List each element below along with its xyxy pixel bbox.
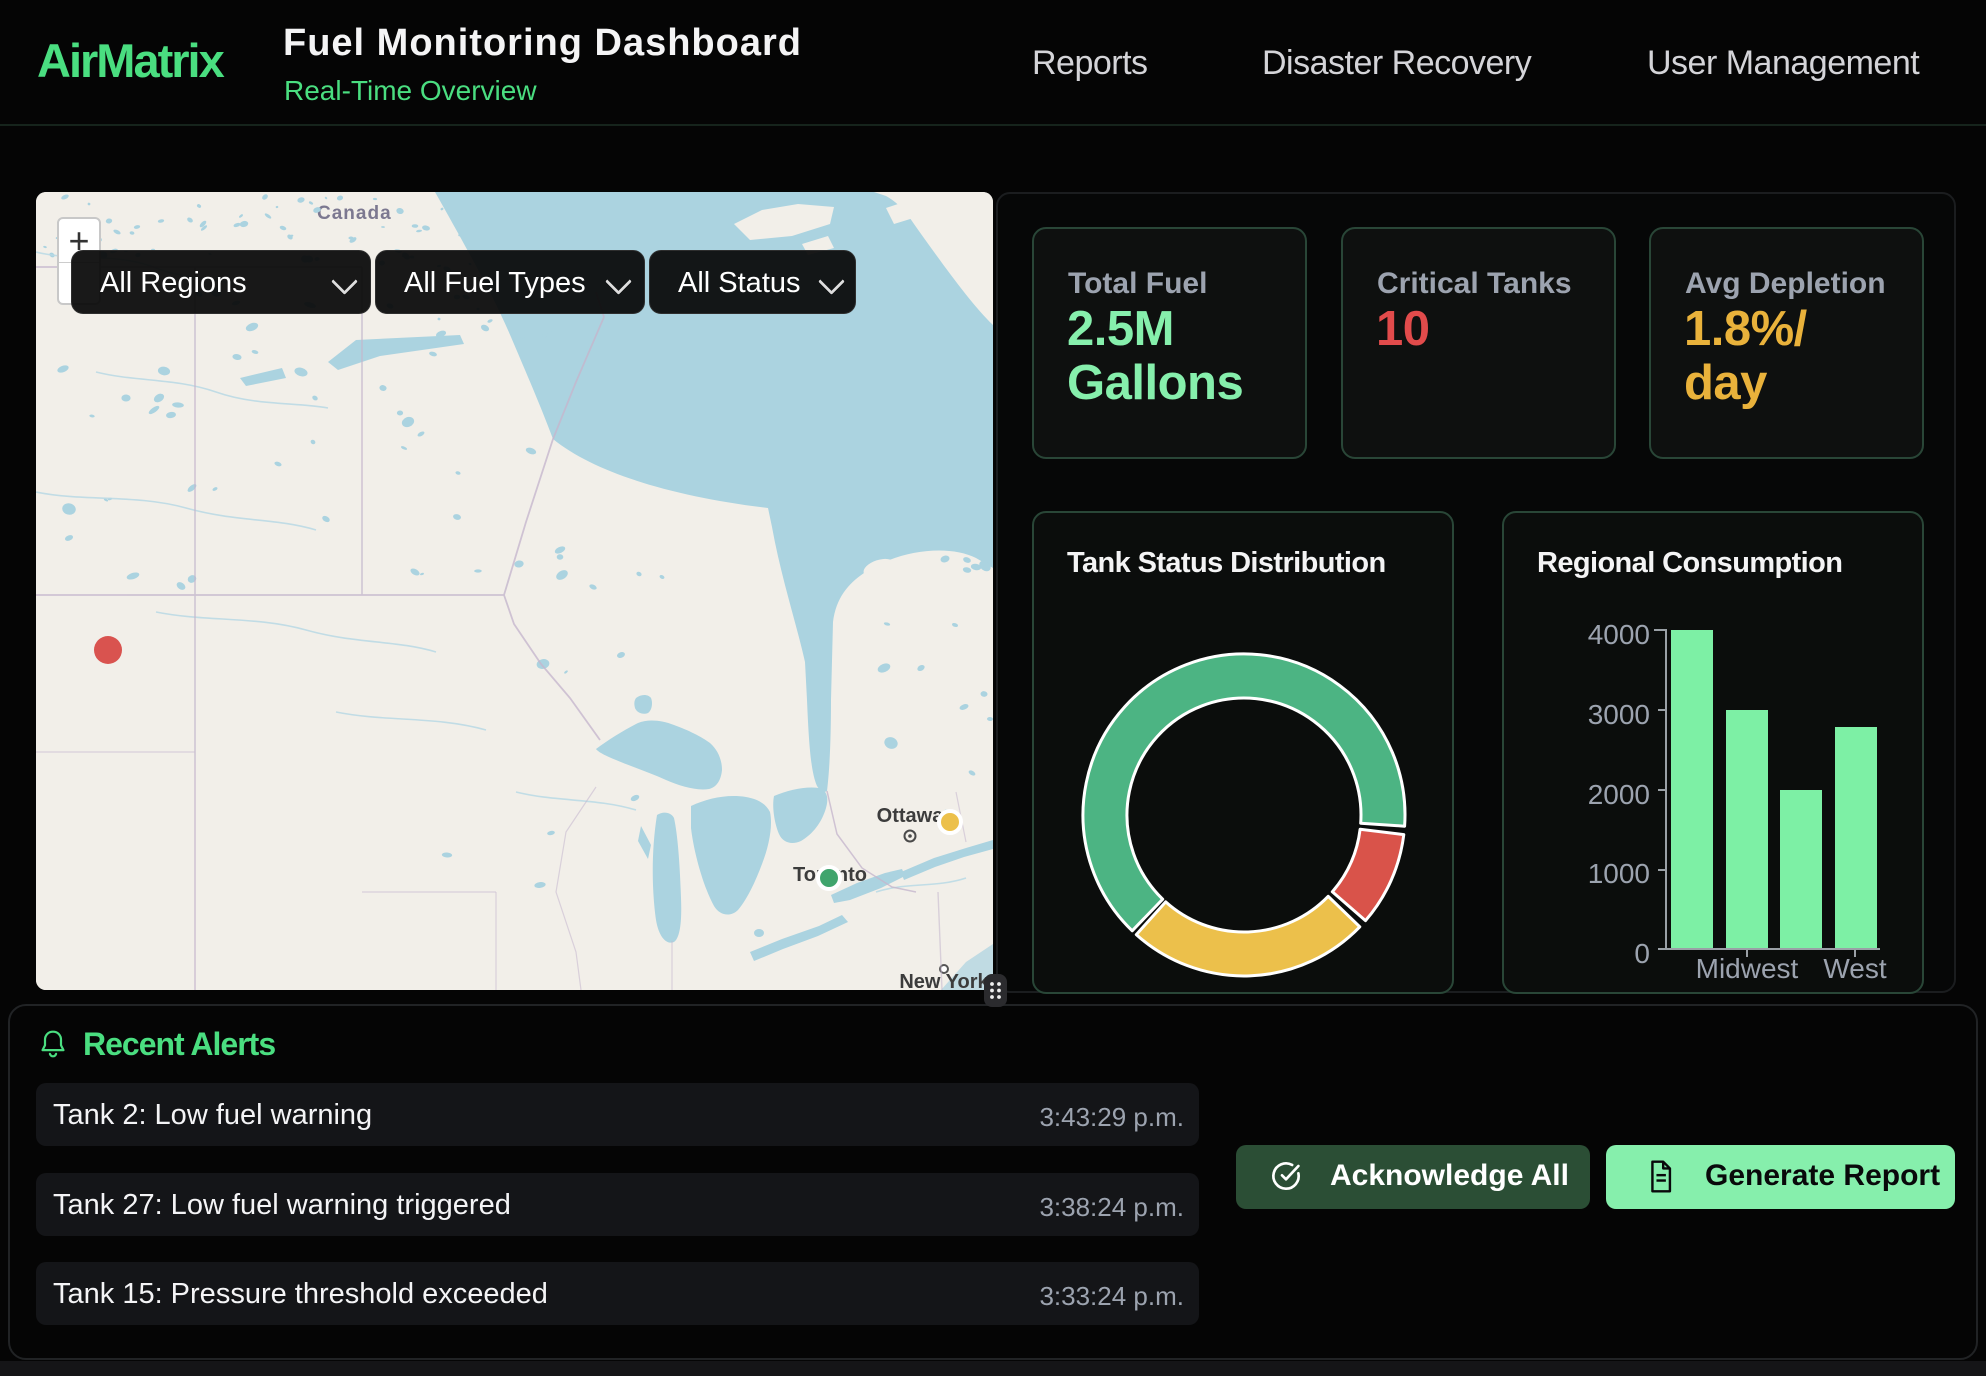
svg-text:3000: 3000 [1588,699,1650,730]
svg-text:West: West [1823,953,1886,984]
svg-text:0: 0 [1634,938,1650,969]
svg-text:Canada: Canada [317,203,392,224]
svg-text:4000: 4000 [1588,619,1650,650]
svg-text:New York: New York [899,971,989,990]
svg-text:2000: 2000 [1588,779,1650,810]
svg-text:Midwest: Midwest [1696,953,1799,984]
svg-text:1000: 1000 [1588,858,1650,889]
svg-text:Ottawa: Ottawa [877,805,945,827]
